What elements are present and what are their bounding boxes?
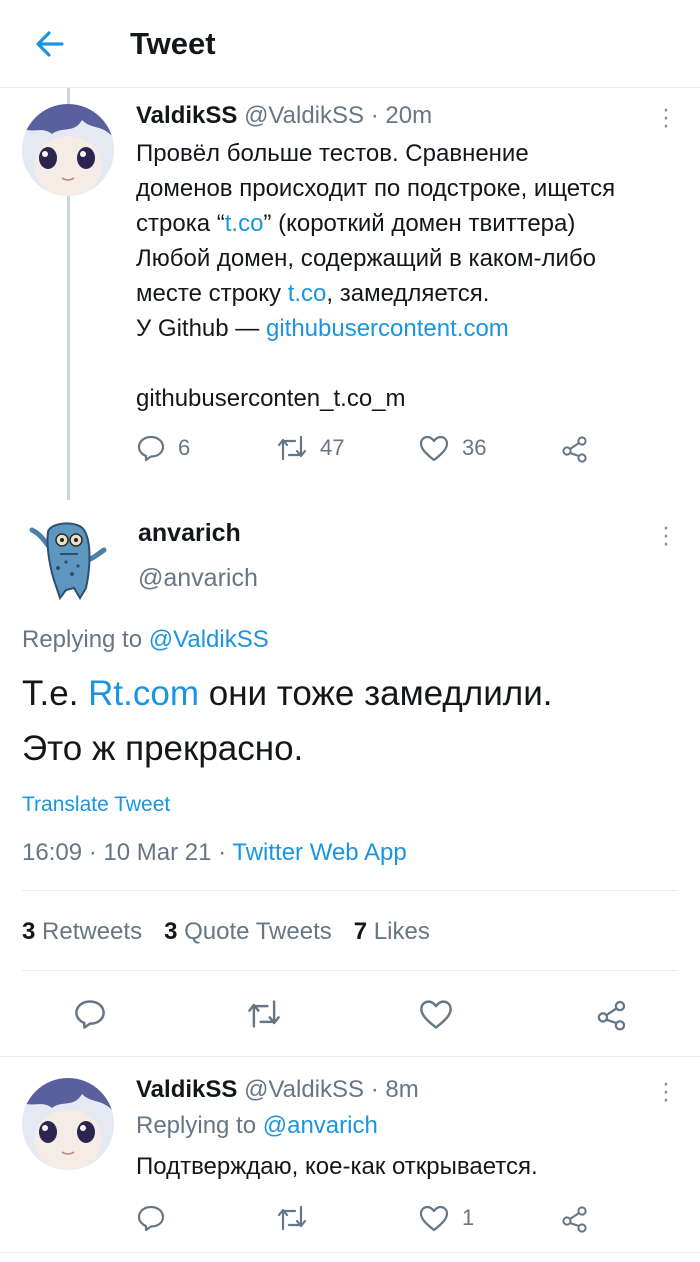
reply-button[interactable] xyxy=(136,1203,166,1233)
tweet-time: 16:09 xyxy=(22,839,83,866)
reply-icon xyxy=(136,433,166,463)
rt-com-link[interactable]: Rt.com xyxy=(88,674,199,713)
like-button[interactable] xyxy=(416,994,456,1038)
reply-icon xyxy=(73,997,107,1036)
like-count: 36 xyxy=(462,435,487,460)
translate-tweet-link[interactable]: Translate Tweet xyxy=(22,790,170,820)
replying-to: Replying to @ValdikSS xyxy=(22,626,269,653)
separator-dot: · xyxy=(370,1076,379,1103)
replying-to: Replying to @anvarich xyxy=(136,1112,378,1139)
like-icon xyxy=(418,997,454,1036)
share-icon xyxy=(560,433,590,463)
top-bar: Tweet xyxy=(0,0,700,88)
author-handle[interactable]: @ValdikSS xyxy=(244,1076,364,1103)
replying-to-link[interactable]: @ValdikSS xyxy=(149,626,269,653)
divider xyxy=(0,1252,700,1253)
tweet-line: Провёл больше тестов. Сравнение xyxy=(136,140,529,167)
main-tweet-actions xyxy=(0,994,700,1038)
divider xyxy=(22,890,678,891)
separator-dot: · xyxy=(218,839,227,866)
retweet-icon xyxy=(246,997,282,1036)
author-handle[interactable]: @ValdikSS xyxy=(244,102,364,129)
tweet-line: доменов происходит по подстроке, ищется xyxy=(136,175,616,202)
likes-stat[interactable]: 7 Likes xyxy=(354,918,430,945)
reply-count: 6 xyxy=(178,435,191,460)
parent-tweet-header: ValdikSS @ValdikSS · 20m xyxy=(136,100,432,132)
like-icon xyxy=(418,1203,450,1233)
share-icon xyxy=(595,997,629,1036)
back-arrow-icon[interactable] xyxy=(30,24,70,64)
main-tweet-text: Т.е. Rt.com они тоже замедлили. Это ж пр… xyxy=(22,666,682,776)
share-button[interactable] xyxy=(560,1203,590,1233)
like-count: 1 xyxy=(462,1205,475,1230)
author-name[interactable]: anvarich xyxy=(138,516,241,550)
reply-button[interactable]: 6 xyxy=(136,433,190,463)
share-button[interactable] xyxy=(560,433,590,463)
tweet-line: месте строку t.co, замедляется. xyxy=(136,280,490,307)
tweet-source-link[interactable]: Twitter Web App xyxy=(232,839,406,866)
like-icon xyxy=(418,433,450,463)
githubusercontent-link[interactable]: githubusercontent.com xyxy=(266,315,509,342)
reply-tweet-text: Подтверждаю, кое-как открывается. xyxy=(136,1153,538,1180)
tco-link[interactable]: t.co xyxy=(288,280,327,307)
retweet-button[interactable] xyxy=(244,994,284,1038)
retweets-stat[interactable]: 3 Retweets xyxy=(22,918,142,945)
author-name[interactable]: ValdikSS xyxy=(136,1076,237,1103)
divider xyxy=(0,1056,700,1057)
tco-link[interactable]: t.co xyxy=(225,210,264,237)
tweet-line: У Github — githubusercontent.com xyxy=(136,315,509,342)
share-icon xyxy=(560,1203,590,1233)
retweet-icon xyxy=(276,1203,308,1233)
replying-to-link[interactable]: @anvarich xyxy=(263,1112,378,1139)
quote-tweets-stat[interactable]: 3 Quote Tweets xyxy=(164,918,332,945)
page-title: Tweet xyxy=(130,26,216,61)
tweet-date: 10 Mar 21 xyxy=(103,839,212,866)
engagement-stats: 3 Retweets 3 Quote Tweets 7 Likes xyxy=(22,914,430,950)
separator-dot: · xyxy=(370,102,379,129)
retweet-icon xyxy=(276,433,308,463)
reply-tweet-header: ValdikSS @ValdikSS · 8m xyxy=(136,1074,419,1106)
tweet-meta: 16:09 · 10 Mar 21 · Twitter Web App xyxy=(22,836,407,870)
parent-tweet-text: Провёл больше тестов. Сравнение доменов … xyxy=(136,136,684,416)
retweet-button[interactable] xyxy=(276,1203,308,1233)
tweet-line: Любой домен, содержащий в каком-либо xyxy=(136,245,597,272)
retweet-button[interactable]: 47 xyxy=(276,433,344,463)
parent-tweet-actions: 6 47 36 xyxy=(136,430,606,466)
more-icon[interactable]: · · · xyxy=(656,1069,676,1111)
author-name[interactable]: ValdikSS xyxy=(136,102,237,129)
tweet-time[interactable]: 20m xyxy=(385,102,432,129)
tweet-line: Это ж прекрасно. xyxy=(22,729,304,768)
tweet-line: строка “t.co” (короткий домен твиттера) xyxy=(136,210,576,237)
share-button[interactable] xyxy=(592,994,632,1038)
tweet-time[interactable]: 8m xyxy=(385,1076,418,1103)
retweet-count: 47 xyxy=(320,435,345,460)
avatar-anvarich[interactable] xyxy=(22,510,114,602)
like-button[interactable]: 36 xyxy=(418,433,486,463)
reply-button[interactable] xyxy=(70,994,110,1038)
avatar-valdikss[interactable] xyxy=(22,104,114,196)
tweet-line: Т.е. Rt.com они тоже замедлили. xyxy=(22,674,553,713)
reply-tweet-actions: 1 xyxy=(136,1200,606,1236)
author-handle[interactable]: @anvarich xyxy=(138,561,258,595)
more-icon[interactable]: · · · xyxy=(656,513,676,555)
divider xyxy=(22,970,678,971)
like-button[interactable]: 1 xyxy=(418,1203,474,1233)
more-icon[interactable]: · · · xyxy=(656,95,676,137)
avatar-valdikss[interactable] xyxy=(22,1078,114,1170)
tweet-line: githubuserconten_t.co_m xyxy=(136,385,406,412)
separator-dot: · xyxy=(88,839,97,866)
reply-icon xyxy=(136,1203,166,1233)
